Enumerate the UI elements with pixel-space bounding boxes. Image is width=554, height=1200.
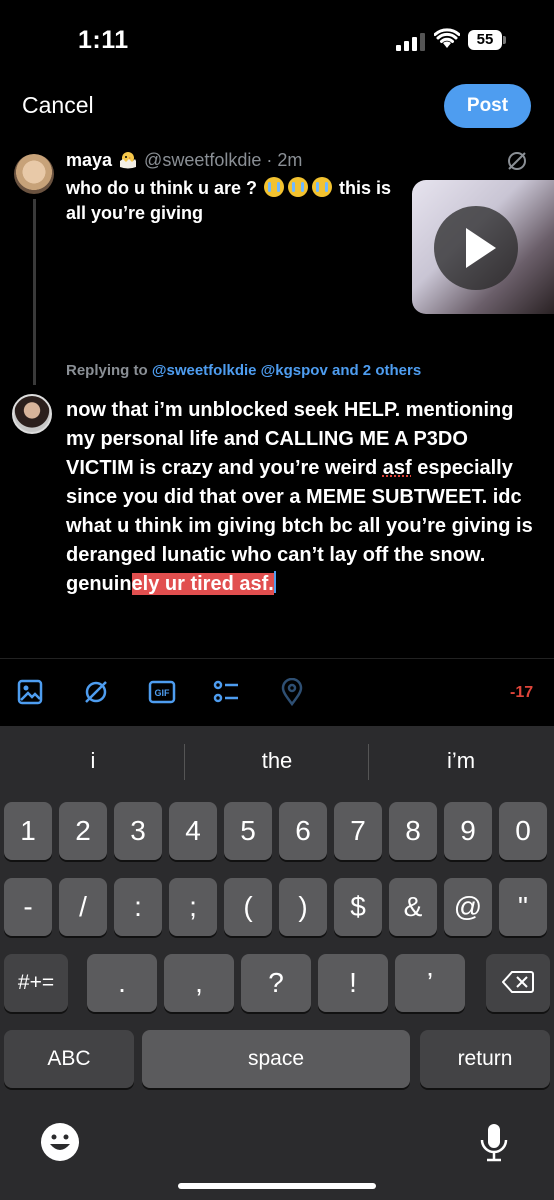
poll-icon[interactable] [212,678,240,706]
home-indicator [178,1183,376,1189]
thread-line [33,199,36,385]
microphone-icon[interactable] [472,1120,516,1164]
reply-text-area[interactable]: now that i’m unblocked seek HELP. mentio… [66,396,536,599]
key-5[interactable]: 5 [224,802,272,860]
text-cursor [273,571,276,593]
key-2[interactable]: 2 [59,802,107,860]
key-hyphen[interactable]: - [4,878,52,936]
sob-emoji-icon [264,177,284,197]
sob-emoji-icon [312,177,332,197]
key-7[interactable]: 7 [334,802,382,860]
image-icon[interactable] [16,678,44,706]
sob-emoji-icon [288,177,308,197]
replying-to: Replying to @sweetfolkdie @kgspov and 2 … [66,362,421,379]
key-close-paren[interactable]: ) [279,878,327,936]
hatching-chick-icon [120,152,137,169]
character-counter: -17 [510,684,534,701]
key-at[interactable]: @ [444,878,492,936]
key-dollar[interactable]: $ [334,878,382,936]
cancel-button[interactable]: Cancel [22,92,94,119]
no-edit-option-icon[interactable] [82,678,110,706]
no-edit-icon [508,152,526,170]
key-ampersand[interactable]: & [389,878,437,936]
battery-icon: 55 [468,30,506,52]
key-semicolon[interactable]: ; [169,878,217,936]
suggestion-2[interactable]: the [192,748,362,774]
key-period[interactable]: . [87,954,157,1012]
space-key[interactable]: space [142,1030,410,1088]
battery-level: 55 [468,30,502,50]
key-0[interactable]: 0 [499,802,547,860]
key-open-paren[interactable]: ( [224,878,272,936]
original-tweet-header: maya @sweetfolkdie · 2m [66,150,302,171]
author-name[interactable]: maya [66,150,112,170]
key-4[interactable]: 4 [169,802,217,860]
key-6[interactable]: 6 [279,802,327,860]
gif-icon[interactable]: GIF [148,678,176,706]
svg-text:GIF: GIF [155,688,171,698]
symbols-shift-key[interactable]: #+= [4,954,68,1012]
key-slash[interactable]: / [59,878,107,936]
user-avatar [12,394,52,434]
over-limit-text: ely ur tired asf. [131,573,274,595]
key-3[interactable]: 3 [114,802,162,860]
key-apostrophe[interactable]: ’ [395,954,465,1012]
key-comma[interactable]: , [164,954,234,1012]
original-tweet-text: who do u think u are ? this is all you’r… [66,176,396,226]
cellular-signal-icon [396,33,425,51]
wifi-icon [434,28,460,48]
suggestion-divider [184,744,185,780]
delete-key[interactable] [486,954,550,1012]
tweet-text-part: who do u think u are ? [66,178,262,198]
replying-prefix: Replying to [66,362,148,379]
key-question[interactable]: ? [241,954,311,1012]
suggestion-3[interactable]: i’m [376,748,546,774]
tweet-age: · 2m [266,150,303,170]
suggestion-1[interactable]: i [8,748,178,774]
misspelled-word[interactable]: asf [383,457,412,479]
return-key[interactable]: return [420,1030,550,1088]
emoji-icon[interactable] [38,1120,82,1164]
status-time: 1:11 [78,26,129,54]
key-quote[interactable]: " [499,878,547,936]
key-colon[interactable]: : [114,878,162,936]
reply-mentions[interactable]: @sweetfolkdie @kgspov and 2 others [152,362,421,379]
play-icon [466,228,496,268]
abc-key[interactable]: ABC [4,1030,134,1088]
key-exclamation[interactable]: ! [318,954,388,1012]
key-1[interactable]: 1 [4,802,52,860]
location-icon[interactable] [278,678,306,706]
toolbar-divider [0,658,554,659]
suggestion-divider [368,744,369,780]
backspace-icon [501,971,534,993]
author-handle[interactable]: @sweetfolkdie [144,150,261,170]
original-author-avatar[interactable] [14,154,54,194]
key-8[interactable]: 8 [389,802,437,860]
post-button[interactable]: Post [444,84,531,128]
key-9[interactable]: 9 [444,802,492,860]
